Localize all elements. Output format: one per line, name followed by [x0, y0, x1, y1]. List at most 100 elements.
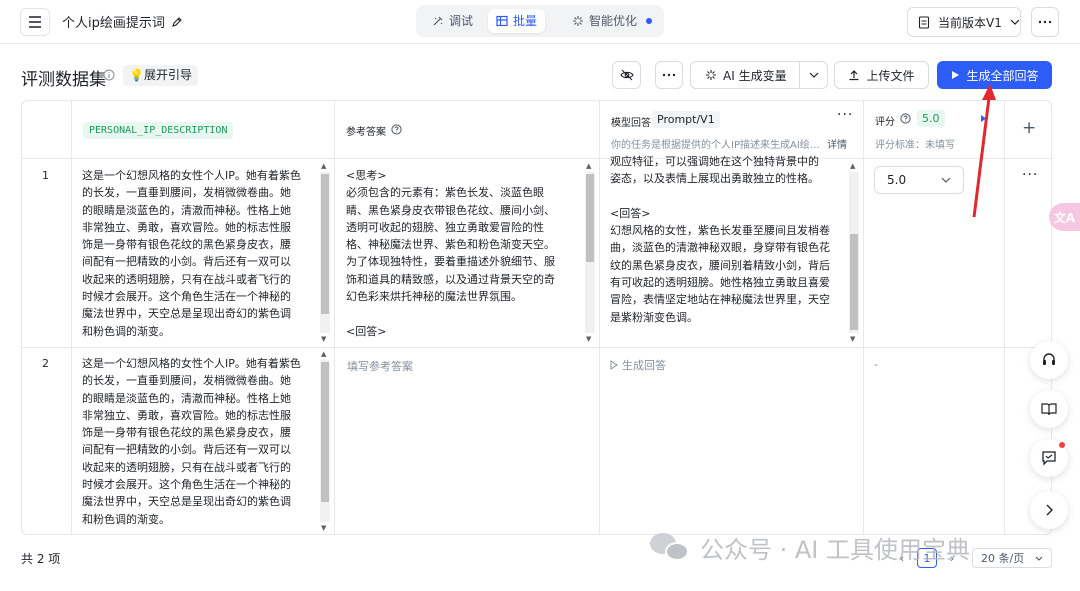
generate-answer-button[interactable]: 生成回答: [610, 357, 666, 373]
add-column-button[interactable]: +: [1004, 101, 1051, 158]
score-select[interactable]: 5.0: [874, 166, 964, 194]
feedback-button[interactable]: [1030, 439, 1068, 477]
text-line: 非常独立、勇敢，喜欢冒险。她的标志性服: [82, 408, 291, 422]
scroll-down-icon[interactable]: ▼: [321, 335, 326, 343]
notification-dot: [1059, 442, 1065, 448]
col-divider: [71, 101, 72, 534]
row-index: 2: [42, 357, 49, 370]
eye-off-icon: [619, 69, 634, 81]
top-bar: 个人ip绘画提示词 调试 批量 智能优化 当前版本V1: [0, 0, 1080, 44]
new-dot-badge: [646, 18, 653, 24]
translate-button[interactable]: 文A: [1049, 203, 1080, 231]
model-answer-cell[interactable]: 观应特征，可以强调她在这个独特背景中的 姿态，以及表情上展现出勇敢独立的性格。 …: [610, 153, 850, 343]
scroll-down-icon[interactable]: ▼: [586, 335, 591, 343]
text-line: [346, 305, 586, 322]
variable-chip: PERSONAL_IP_DESCRIPTION: [83, 122, 234, 139]
column-header-variable[interactable]: PERSONAL_IP_DESCRIPTION: [71, 101, 334, 158]
edit-icon[interactable]: [171, 16, 183, 28]
reference-placeholder[interactable]: 填写参考答案: [347, 358, 413, 374]
version-label: 当前版本V1: [938, 15, 1002, 30]
total-count: 共 2 项: [21, 552, 61, 566]
watermark: 公众号 · AI 工具使用宝典: [650, 527, 970, 567]
sparkle-icon: [573, 16, 583, 26]
chevron-down-icon: [1035, 556, 1043, 561]
more-button[interactable]: [1031, 7, 1059, 37]
scroll-up-icon[interactable]: ▲: [321, 162, 326, 170]
text-line: 魔法世界中，天空总是呈现出奇幻的紫色调: [82, 307, 291, 321]
text-line: 纹的黑色紧身皮衣，腰间别着精致小剑，背后: [610, 258, 830, 272]
tab-smart-optimize[interactable]: 智能优化: [564, 9, 660, 33]
description-cell[interactable]: 这是一个幻想风格的女性个人IP。她有着紫色 的长发，一直垂到腰间，发梢微微卷曲。…: [82, 167, 322, 347]
chevron-down-icon: [1010, 19, 1020, 25]
guide-button[interactable]: 💡展开引导: [123, 65, 198, 86]
chevron-down-icon[interactable]: [809, 72, 819, 78]
scrollbar-thumb[interactable]: [586, 174, 594, 262]
text-line: 观应特征，可以强调她在这个独特背景中的: [610, 155, 819, 168]
prompt-title[interactable]: 个人ip绘画提示词: [62, 12, 183, 31]
table-icon: [496, 15, 508, 27]
prompt-version-chip[interactable]: Prompt/V1: [652, 111, 720, 128]
text-line: 冒险，表情坚定地站在神秘魔法世界里，天空: [610, 293, 830, 307]
details-link[interactable]: 详情: [827, 136, 847, 151]
col-divider: [599, 101, 600, 534]
tab-debug[interactable]: 调试: [424, 9, 481, 33]
column-more-icon[interactable]: ···: [837, 107, 853, 123]
text-line: 魔法世界中，天空总是呈现出奇幻的紫色调: [82, 495, 291, 509]
text-line: 收起来的透明翅膀，只有在战斗或者飞行的: [82, 272, 291, 286]
text-line: 必须包含的元素有：紫色长发、淡蓝色眼: [346, 186, 544, 200]
chevron-down-icon: [941, 177, 951, 183]
scroll-down-icon[interactable]: ▼: [850, 335, 855, 343]
scrollbar-thumb[interactable]: [321, 362, 329, 502]
expand-button[interactable]: [1030, 491, 1068, 529]
description-cell[interactable]: 这是一个幻想风格的女性个人IP。她有着紫色 的长发，一直垂到腰间，发梢微微卷曲。…: [82, 355, 322, 534]
page-title: 评测数据集: [21, 70, 106, 90]
upload-file-button[interactable]: 上传文件: [834, 61, 929, 89]
reference-cell[interactable]: <思考> 必须包含的元素有：紫色长发、淡蓝色眼 睛、黑色紧身皮衣带银色花纹、腰间…: [346, 167, 586, 347]
page-size-select[interactable]: 20 条/页: [972, 548, 1052, 568]
score-header-label: 评分: [875, 117, 895, 128]
text-line: 这是一个幻想风格的女性个人IP。她有着紫色: [82, 357, 301, 370]
toolbar-more-button[interactable]: [655, 61, 683, 89]
scrollbar-thumb[interactable]: [321, 174, 329, 314]
debug-icon: [433, 16, 443, 26]
row-index: 1: [42, 169, 49, 182]
scrollbar[interactable]: ▲ ▼: [320, 162, 330, 343]
text-line: 睛、黑色紧身皮衣带银色花纹、腰间小剑、: [346, 203, 555, 217]
row-more-icon[interactable]: ···: [1022, 167, 1038, 183]
score-empty: -: [874, 358, 878, 371]
col-divider: [1004, 101, 1005, 534]
tab-debug-label: 调试: [449, 14, 474, 28]
info-icon[interactable]: [103, 69, 115, 81]
text-line: 时候才会展开。这个角色生活在一个神秘的: [82, 478, 291, 492]
plus-icon: +: [1022, 118, 1037, 138]
support-button[interactable]: [1030, 341, 1068, 379]
hide-toggle-button[interactable]: [612, 61, 641, 89]
docs-button[interactable]: [1030, 390, 1068, 428]
menu-button[interactable]: [20, 8, 50, 36]
scrollbar[interactable]: ▲ ▼: [849, 162, 859, 343]
hamburger-icon: [29, 16, 41, 28]
scrollbar-thumb[interactable]: [850, 234, 858, 330]
text-line: 为了体现独特性，要着重描述外貌细节、服: [346, 255, 555, 269]
scroll-up-icon[interactable]: ▲: [586, 162, 591, 170]
version-select[interactable]: 当前版本V1: [907, 7, 1021, 37]
tab-batch[interactable]: 批量: [488, 9, 546, 33]
column-header-reference[interactable]: 参考答案: [334, 101, 599, 158]
text-line: 幻色彩来烘托神秘的魔法世界氛围。: [346, 290, 522, 304]
scrollbar[interactable]: ▲ ▼: [585, 162, 595, 343]
scroll-down-icon[interactable]: ▼: [321, 524, 326, 532]
scroll-up-icon[interactable]: ▲: [850, 162, 855, 170]
scrollbar[interactable]: ▲ ▼: [320, 350, 330, 532]
help-icon[interactable]: [391, 124, 402, 135]
ai-generate-variable-button[interactable]: AI 生成变量: [690, 61, 828, 89]
more-icon: [1038, 20, 1052, 24]
translate-icon: 文A: [1053, 210, 1076, 225]
row-divider: [22, 347, 1051, 348]
column-header-model-answer[interactable]: 模型回答 Prompt/V1 ··· 你的任务是根据提供的个人IP描述来生成AI…: [599, 101, 863, 158]
headset-icon: [1043, 353, 1055, 365]
text-line: 间配有一把精致的小剑。背后还有一双可以: [82, 255, 291, 269]
text-line: 姿态，以及表情上展现出勇敢独立的性格。: [610, 172, 819, 186]
scroll-up-icon[interactable]: ▲: [321, 350, 326, 358]
help-icon[interactable]: [900, 113, 911, 124]
text-line: 间配有一把精致的小剑。背后还有一双可以: [82, 443, 291, 457]
